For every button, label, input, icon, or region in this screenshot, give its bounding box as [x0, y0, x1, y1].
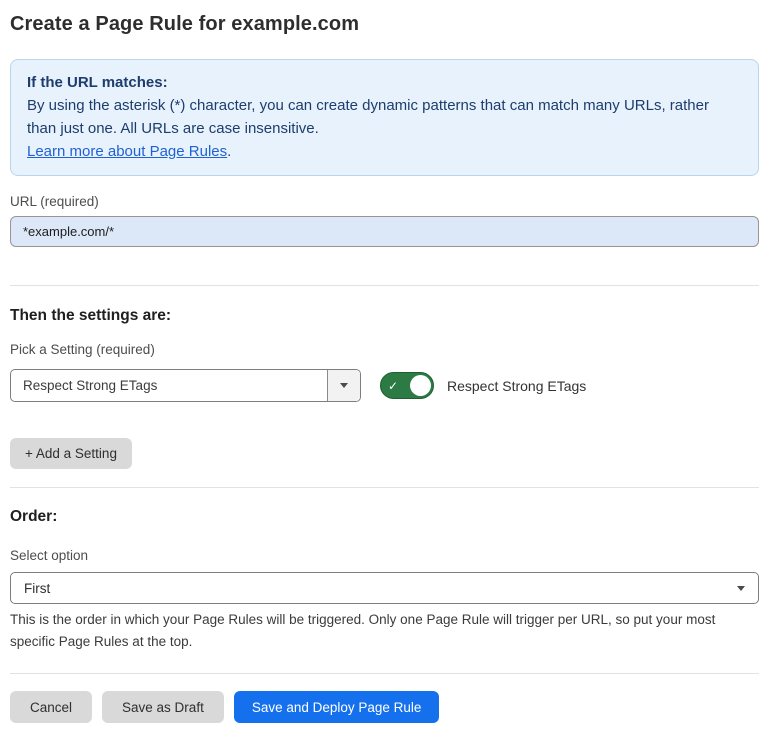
section-divider: [10, 673, 759, 674]
form-actions: Cancel Save as Draft Save and Deploy Pag…: [10, 691, 759, 723]
save-deploy-button[interactable]: Save and Deploy Page Rule: [234, 691, 440, 723]
setting-dropdown-value: Respect Strong ETags: [11, 378, 157, 393]
create-page-rule-form: Create a Page Rule for example.com If th…: [0, 0, 769, 739]
toggle-knob: [410, 375, 431, 396]
chevron-down-icon: [737, 586, 745, 591]
setting-toggle[interactable]: ✓: [380, 372, 434, 399]
learn-more-link[interactable]: Learn more about Page Rules: [27, 143, 227, 160]
section-divider: [10, 487, 759, 488]
setting-dropdown[interactable]: Respect Strong ETags: [10, 369, 361, 402]
cancel-button[interactable]: Cancel: [10, 691, 92, 723]
info-box-heading: If the URL matches:: [27, 71, 742, 94]
order-heading: Order:: [10, 508, 759, 526]
add-setting-button[interactable]: + Add a Setting: [10, 438, 132, 469]
setting-row: Respect Strong ETags ✓ Respect Strong ET…: [10, 369, 759, 402]
link-period-text: .: [227, 143, 231, 160]
order-select[interactable]: First: [10, 572, 759, 604]
pick-setting-label: Pick a Setting (required): [10, 342, 759, 358]
url-match-info-box: If the URL matches: By using the asteris…: [10, 59, 759, 176]
setting-toggle-label: Respect Strong ETags: [447, 378, 586, 394]
url-input[interactable]: [10, 216, 759, 247]
section-divider: [10, 285, 759, 286]
setting-dropdown-arrow-button[interactable]: [327, 370, 360, 401]
settings-heading: Then the settings are:: [10, 307, 759, 325]
info-box-link-line: Learn more about Page Rules.: [27, 140, 742, 163]
chevron-down-icon: [340, 383, 348, 388]
save-draft-button[interactable]: Save as Draft: [102, 691, 224, 723]
select-option-label: Select option: [10, 548, 759, 564]
check-icon: ✓: [388, 380, 398, 392]
page-title: Create a Page Rule for example.com: [10, 12, 759, 36]
order-select-value: First: [24, 581, 50, 596]
order-help-text: This is the order in which your Page Rul…: [10, 609, 755, 653]
info-box-body: By using the asterisk (*) character, you…: [27, 94, 742, 140]
url-label: URL (required): [10, 194, 759, 210]
